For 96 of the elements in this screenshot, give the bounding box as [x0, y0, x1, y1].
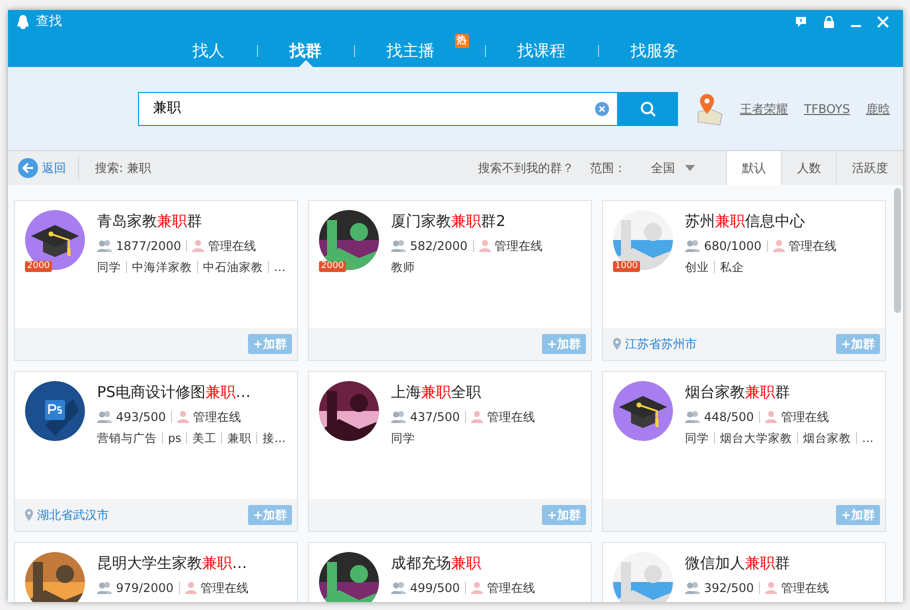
group-tag: … — [274, 258, 286, 276]
group-name[interactable]: 烟台家教兼职群 — [685, 381, 877, 404]
lock-icon — [823, 16, 835, 28]
hot-search-link[interactable]: TFBOYS — [804, 100, 850, 118]
search-field[interactable]: 兼职 — [151, 97, 595, 120]
group-tag: 兼职 — [227, 430, 252, 447]
members-icon — [97, 581, 112, 594]
close-icon — [877, 16, 889, 28]
group-tag: 接… — [262, 430, 286, 447]
scrollbar-thumb[interactable] — [894, 188, 901, 313]
group-name[interactable]: 厦门家教兼职群2 — [391, 210, 583, 232]
members-icon — [391, 581, 406, 594]
search-button[interactable] — [618, 92, 678, 126]
member-count: 392/500 — [704, 580, 754, 596]
not-found-link[interactable]: 搜索不到我的群？ — [478, 159, 574, 177]
chat-icon — [795, 16, 807, 28]
admin-icon — [470, 410, 483, 423]
level-badge: 1000 — [613, 261, 640, 272]
location-text: 江苏省苏州市 — [625, 336, 697, 353]
range-dropdown[interactable]: 全国 — [636, 151, 710, 185]
range-label: 范围： — [590, 160, 626, 177]
admin-status: 管理在线 — [192, 408, 241, 426]
admin-icon — [764, 410, 777, 423]
admin-status: 管理在线 — [788, 238, 836, 254]
group-tag: 教师 — [391, 258, 415, 276]
group-name[interactable]: 微信加人兼职群 — [685, 552, 877, 574]
admin-icon — [184, 581, 196, 594]
group-tag: 烟台家教 — [803, 430, 851, 447]
hot-badge: 热 — [454, 34, 468, 48]
members-icon — [97, 239, 112, 252]
group-name[interactable]: 成都充场兼职 — [391, 552, 583, 574]
admin-status: 管理在线 — [208, 238, 256, 254]
graduation-cap-icon — [613, 381, 673, 441]
group-name[interactable]: PS电商设计修图兼职… — [97, 381, 289, 404]
members-icon — [97, 410, 112, 423]
hot-search-link[interactable]: 鹿晗 — [866, 100, 890, 118]
map-pin-icon — [696, 92, 724, 126]
search-icon — [640, 100, 656, 116]
group-name[interactable]: 昆明大学生家教兼职… — [97, 552, 289, 574]
minimize-icon — [851, 24, 861, 27]
member-count: 437/500 — [410, 408, 460, 426]
group-tag: 烟台大学家教 — [720, 430, 792, 447]
group-tag: 私企 — [720, 258, 744, 276]
member-count: 1877/2000 — [116, 238, 182, 254]
group-tag: ps — [168, 430, 182, 447]
admin-icon — [478, 239, 490, 252]
back-button[interactable]: 返回 — [8, 157, 79, 179]
admin-icon — [176, 410, 189, 423]
search-box[interactable]: 兼职 — [138, 92, 618, 126]
group-tag: 同学 — [97, 258, 121, 276]
clear-icon — [595, 102, 609, 116]
members-icon — [685, 581, 700, 594]
group-name[interactable]: 上海兼职全职 — [391, 381, 583, 404]
location-pin-icon — [25, 509, 33, 521]
admin-icon — [470, 581, 483, 594]
group-tag: 营销与广告 — [97, 430, 157, 447]
member-count: 499/500 — [410, 580, 460, 596]
admin-icon — [192, 239, 204, 252]
penguin-icon — [16, 14, 30, 30]
member-count: 582/2000 — [410, 238, 468, 254]
group-tag: … — [862, 430, 874, 447]
group-tag: 同学 — [685, 430, 709, 447]
members-icon — [685, 239, 700, 252]
member-count: 680/1000 — [704, 238, 762, 254]
graduation-cap-icon — [25, 210, 85, 270]
group-tag: 中海洋家教 — [132, 258, 192, 276]
admin-status: 管理在线 — [494, 238, 542, 254]
admin-status: 管理在线 — [200, 580, 248, 596]
group-tag: 同学 — [391, 430, 415, 447]
members-icon — [391, 410, 406, 423]
group-tag: 美工 — [192, 430, 216, 447]
caret-icon — [685, 165, 695, 171]
admin-status: 管理在线 — [486, 408, 535, 426]
ps-logo-icon — [25, 381, 85, 441]
group-tag: 中石油家教 — [203, 258, 263, 276]
admin-status: 管理在线 — [780, 408, 829, 426]
admin-icon — [764, 581, 777, 594]
admin-status: 管理在线 — [486, 580, 535, 596]
sort-tab[interactable]: 默认 — [726, 151, 781, 185]
level-badge: 2000 — [319, 261, 346, 272]
group-tag: 创业 — [685, 258, 709, 276]
level-badge: 2000 — [25, 261, 52, 272]
group-name[interactable]: 青岛家教兼职群 — [97, 210, 289, 232]
member-count: 493/500 — [116, 408, 166, 426]
group-name[interactable]: 苏州兼职信息中心 — [685, 210, 877, 232]
admin-status: 管理在线 — [780, 580, 829, 596]
hot-search-link[interactable]: 王者荣耀 — [740, 100, 788, 118]
member-count: 448/500 — [704, 408, 754, 426]
window-title: 查找 — [36, 13, 62, 32]
members-icon — [685, 410, 700, 423]
member-count: 979/2000 — [116, 580, 174, 596]
members-icon — [391, 239, 406, 252]
search-query-label: 搜索: 兼职 — [95, 160, 151, 177]
location-text: 湖北省武汉市 — [37, 507, 109, 524]
location-pin-icon — [613, 338, 621, 350]
admin-icon — [772, 239, 784, 252]
